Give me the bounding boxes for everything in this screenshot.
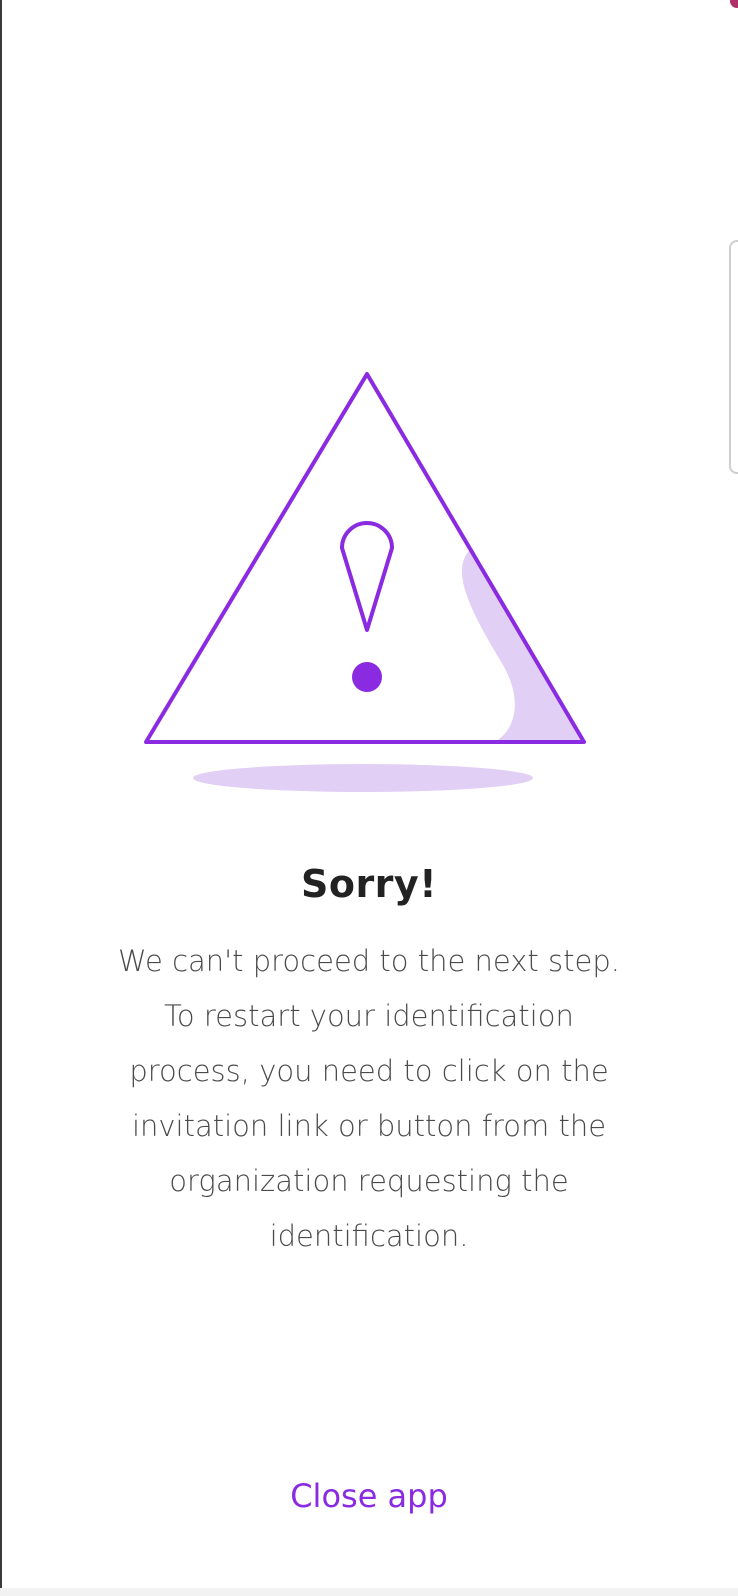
close-app-button[interactable]: Close app [269,1466,469,1526]
dialog-title: Sorry! [300,862,438,906]
side-drawer-handle[interactable] [729,240,738,474]
warning-icon [140,370,600,810]
corner-indicator [730,0,738,8]
exclamation-dot [352,662,382,692]
window-left-border [0,0,2,1596]
exclamation-stroke [340,521,394,632]
shadow-ellipse [193,764,533,792]
dialog-message: We can't proceed to the next step. To re… [118,944,620,1253]
window-bottom-bar [0,1588,738,1596]
